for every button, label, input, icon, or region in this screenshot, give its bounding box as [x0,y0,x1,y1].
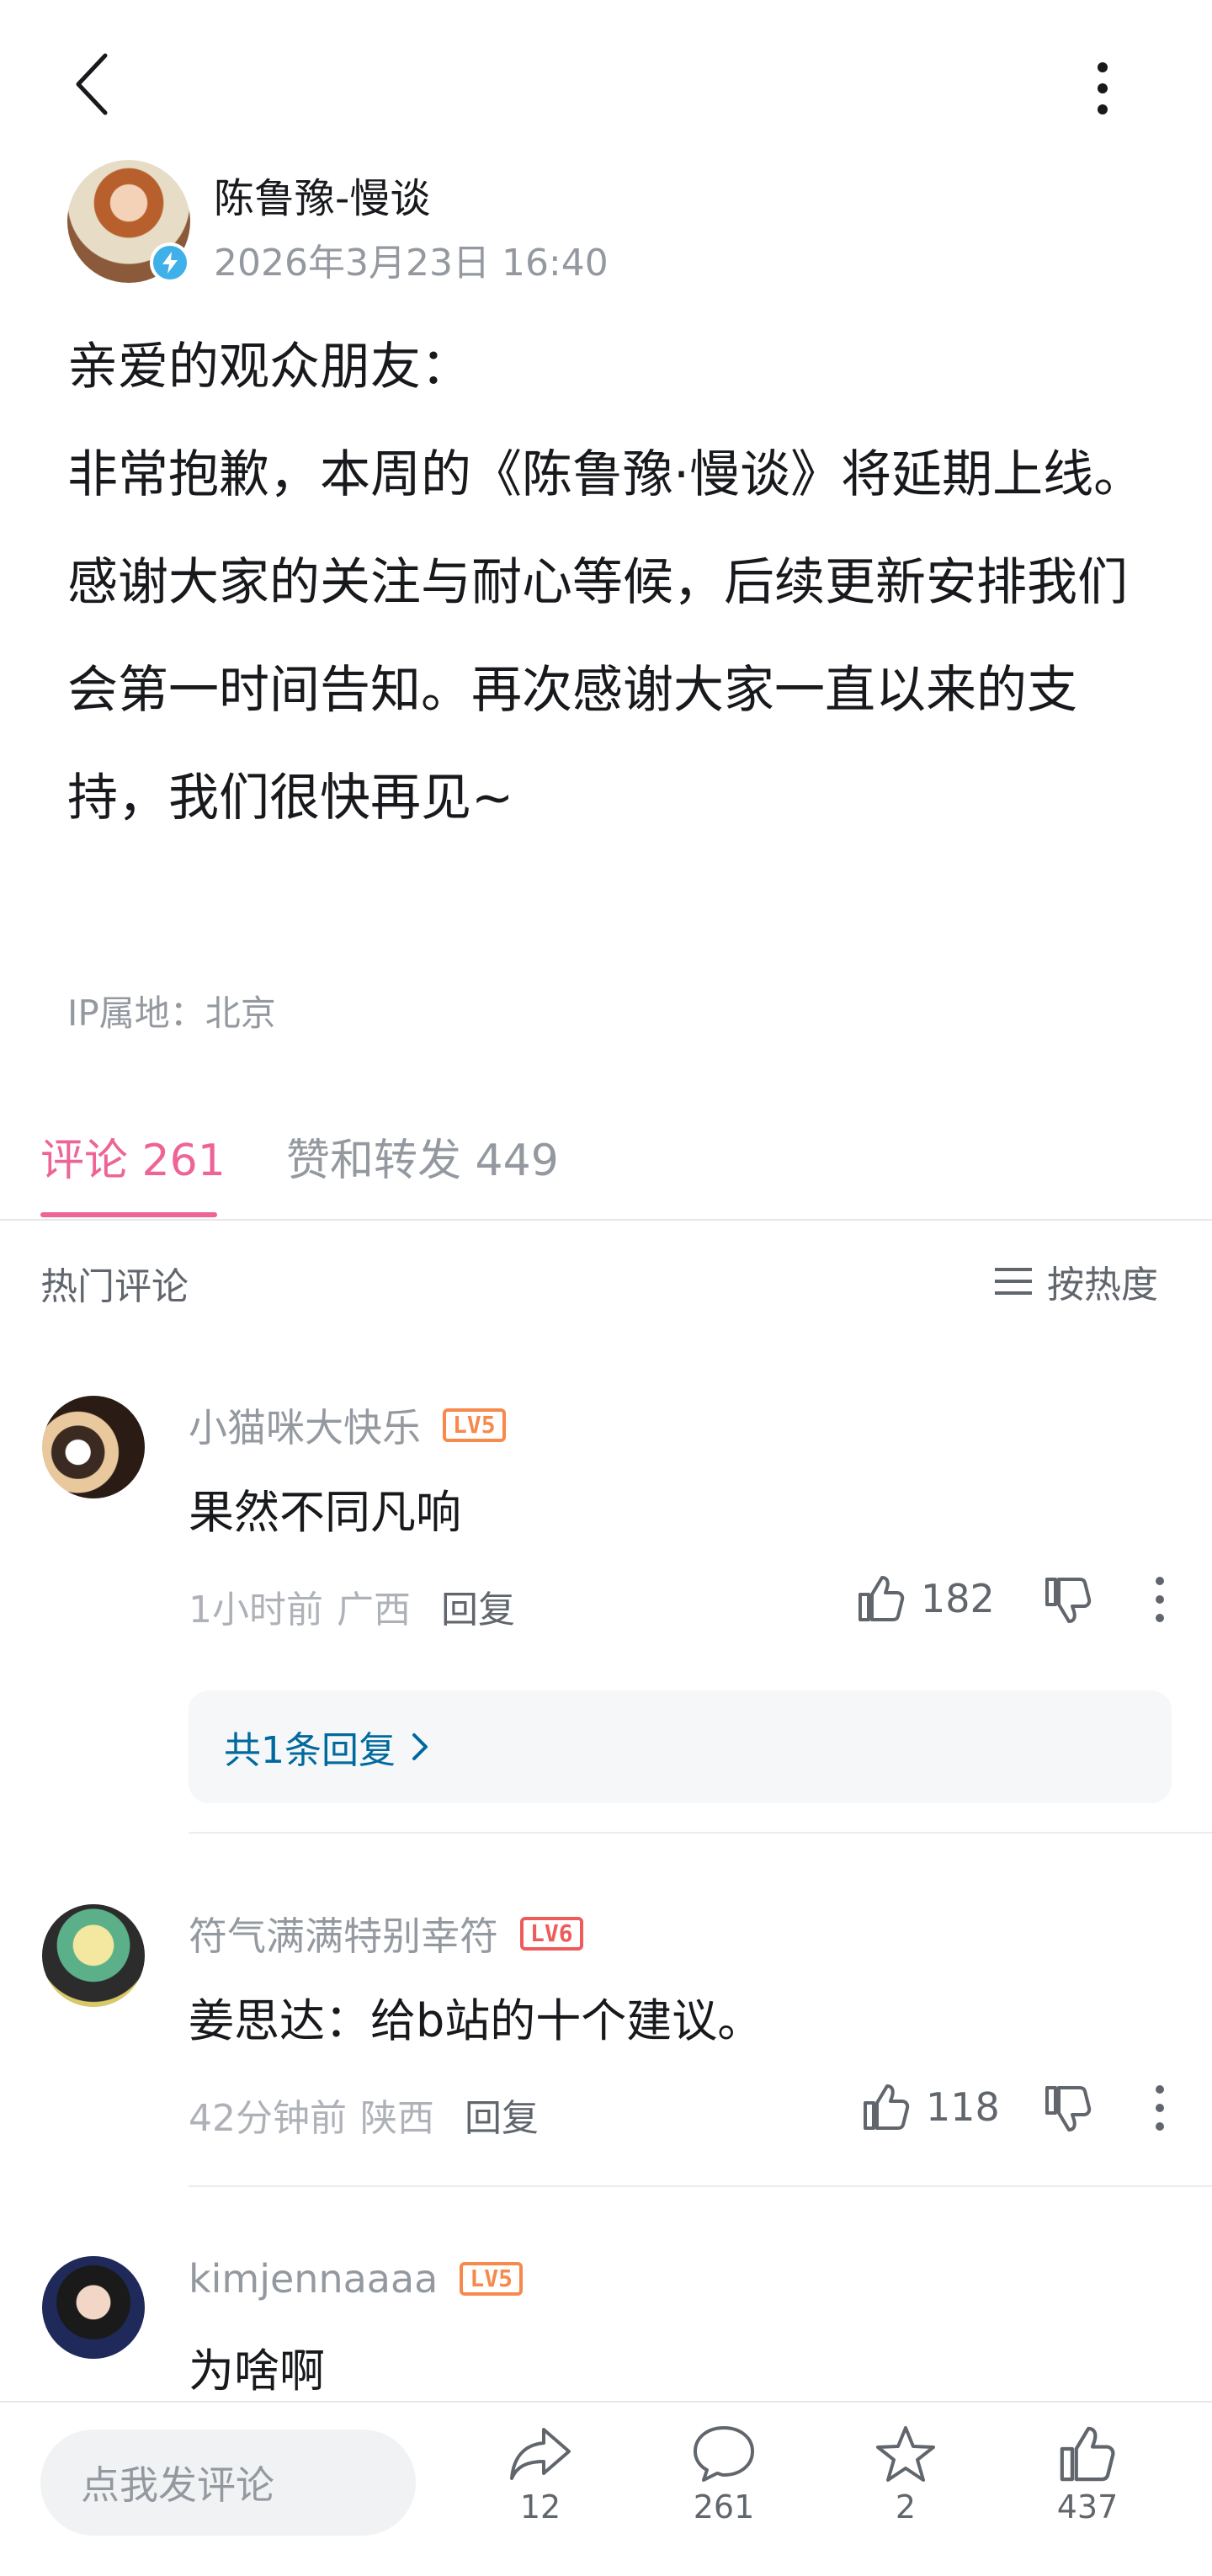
comment-text: 姜思达：给b站的十个建议。 [189,1994,763,2047]
dislike-button[interactable] [1044,1576,1092,1628]
comment-text: 果然不同凡响 [189,1486,461,1539]
like-button[interactable]: 182 [857,1574,995,1623]
comment-avatar[interactable] [42,1904,145,2007]
post-line: 感谢大家的关注与耐心等候，后续更新安排我们会第一时间告知。再次感谢大家一直以来的… [67,553,1128,828]
thumbs-up-icon [864,2084,910,2130]
share-button[interactable]: 12 [481,2424,599,2525]
chevron-right-icon [412,1733,428,1760]
comment-location: 广西 [337,1589,411,1631]
divider [0,1219,1212,1221]
like-count: 118 [926,2084,1000,2130]
reply-button[interactable]: 回复 [441,1579,515,1633]
level-badge: LV6 [520,1917,583,1951]
thumbs-up-icon [1060,2426,1115,2482]
comment-username: kimjennaaaa [189,2256,439,2302]
comment-meta: 42分钟前 陕西 回复 [189,2088,539,2142]
back-button[interactable] [59,46,126,122]
sort-label: 按热度 [1047,1264,1158,1307]
post-time: 2026年3月23日 16:40 [214,242,609,285]
dislike-button[interactable] [1044,2084,1092,2137]
comment-avatar[interactable] [42,1396,145,1498]
ip-location: IP属地：北京 [67,993,276,1034]
comment-avatar[interactable] [42,2256,145,2359]
comment-text: 为啥啊 [189,2344,325,2398]
comment-count: 261 [693,2488,755,2525]
more-vertical-icon [1156,2085,1164,2131]
thumbs-up-icon [858,1576,905,1621]
back-arrow-icon [76,53,108,115]
comment-time: 42分钟前 [189,2097,347,2140]
like-count: 437 [1056,2488,1119,2525]
comment-more-button[interactable] [1153,2083,1167,2137]
like-count: 182 [921,1576,995,1621]
level-badge: LV5 [460,2262,523,2296]
share-count: 12 [519,2488,561,2525]
divider [189,1832,1212,1834]
like-button[interactable]: 118 [862,2083,1000,2132]
more-options-button[interactable] [1069,51,1136,126]
comment-username: 符气满满特别幸符 [189,1913,498,1959]
view-replies-button[interactable]: 共1条回复 [189,1690,1172,1803]
sort-button[interactable]: 按热度 [993,1254,1158,1308]
comment-location: 陕西 [360,2097,434,2140]
star-icon [876,2426,935,2482]
comment-user[interactable]: 符气满满特别幸符 LV6 [189,1906,583,1961]
post-line: 亲爱的观众朋友： [67,338,471,397]
like-post-button[interactable]: 437 [1029,2424,1146,2525]
post-line: 非常抱歉，本周的《陈鲁豫·慢谈》将延期上线。 [67,445,1145,504]
post-content: 亲爱的观众朋友： 非常抱歉，本周的《陈鲁豫·慢谈》将延期上线。 感谢大家的关注与… [67,313,1153,852]
author-name[interactable]: 陈鲁豫-慢谈 [214,165,430,224]
comment-user[interactable]: kimjennaaaa LV5 [189,2256,523,2302]
favorite-count: 2 [895,2488,917,2525]
comment-meta: 1小时前 广西 回复 [189,1579,515,1633]
tab-likes-reposts[interactable]: 赞和转发 449 [286,1125,559,1188]
more-vertical-icon [1156,1577,1164,1622]
thumbs-down-icon [1045,1578,1092,1623]
verified-badge-icon [150,242,190,283]
favorite-button[interactable]: 2 [847,2424,965,2525]
comment-username: 小猫咪大快乐 [189,1405,421,1450]
thumbs-down-icon [1045,2086,1092,2132]
comments-button[interactable]: 261 [665,2424,783,2525]
hot-comments-label: 热门评论 [40,1265,189,1308]
comment-more-button[interactable] [1153,1574,1167,1628]
reply-summary: 共1条回复 [224,1729,396,1772]
sort-lines-icon [995,1268,1032,1295]
reply-button[interactable]: 回复 [465,2088,539,2142]
more-vertical-icon [1098,62,1108,114]
comment-time: 1小时前 [189,1589,323,1631]
share-icon [510,2428,571,2480]
comment-user[interactable]: 小猫咪大快乐 LV5 [189,1397,506,1453]
divider [189,2185,1212,2187]
tab-comments[interactable]: 评论 261 [40,1125,226,1188]
comment-bubble-icon [694,2426,754,2482]
tab-active-indicator [40,1212,217,1217]
level-badge: LV5 [443,1408,506,1442]
comment-input[interactable]: 点我发评论 [40,2430,416,2536]
